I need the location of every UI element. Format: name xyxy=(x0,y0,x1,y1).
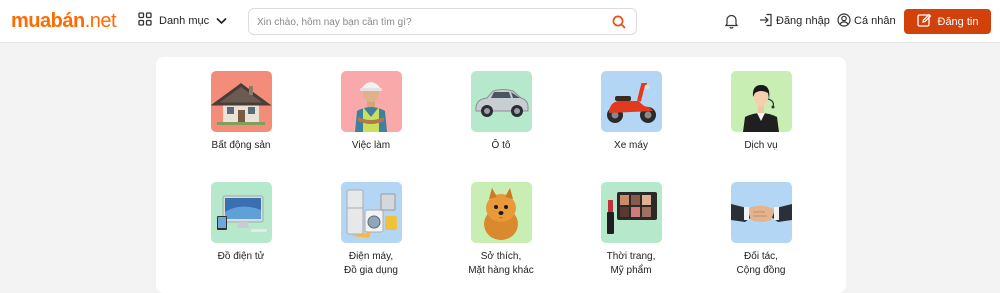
search-bar xyxy=(248,8,637,35)
category-label: Điện máy, Đồ gia dụng xyxy=(344,251,398,276)
login-label: Đăng nhập xyxy=(776,15,830,27)
category-services[interactable]: Dịch vụ xyxy=(696,71,826,153)
search-input[interactable] xyxy=(257,13,597,31)
category-label: Việc làm xyxy=(351,140,391,151)
worker-image xyxy=(340,71,402,132)
cosmetics-image xyxy=(600,182,662,243)
category-label: Đối tác, Cộng đồng xyxy=(736,251,786,276)
category-label: Dịch vụ xyxy=(744,140,778,151)
category-jobs[interactable]: Việc làm xyxy=(306,71,436,153)
profile-label: Cá nhân xyxy=(854,15,896,27)
house-image xyxy=(210,71,272,132)
category-label: Xe máy xyxy=(614,140,648,151)
category-fashion[interactable]: Thời trang, Mỹ phẩm xyxy=(566,182,696,278)
top-header: muabán.net Danh mục Đăng nhập xyxy=(0,0,1000,43)
login-link[interactable]: Đăng nhập xyxy=(759,13,830,29)
category-label: Đồ điện tử xyxy=(217,251,265,262)
category-motorbikes[interactable]: Xe máy xyxy=(566,71,696,153)
category-hobbies[interactable]: Sở thích, Mặt hàng khác xyxy=(436,182,566,278)
muaban-logo[interactable]: muabán.net xyxy=(11,9,117,33)
scooter-image xyxy=(600,71,662,132)
appliances-image xyxy=(340,182,402,243)
category-label: Sở thích, Mặt hàng khác xyxy=(468,251,534,276)
search-icon[interactable] xyxy=(612,15,626,29)
category-appliances[interactable]: Điện máy, Đồ gia dụng xyxy=(306,182,436,278)
edit-icon xyxy=(916,13,931,30)
handshake-image xyxy=(730,182,792,243)
user-icon xyxy=(837,12,851,30)
login-icon xyxy=(759,13,773,30)
category-label: Ô tô xyxy=(491,140,511,151)
service-agent-image xyxy=(730,71,792,132)
category-menu-button[interactable]: Danh mục xyxy=(138,11,227,31)
grid-icon xyxy=(138,11,152,31)
car-image xyxy=(470,71,532,132)
post-listing-button[interactable]: Đăng tin xyxy=(904,9,991,34)
category-panel: Bất động sản Việc làm Ô tô Xe máy Dịch v… xyxy=(156,57,846,293)
category-real-estate[interactable]: Bất động sản xyxy=(176,71,306,153)
bell-icon[interactable] xyxy=(724,13,739,29)
category-cars[interactable]: Ô tô xyxy=(436,71,566,153)
chevron-down-icon xyxy=(216,12,227,30)
post-listing-label: Đăng tin xyxy=(937,15,979,28)
category-label: Thời trang, Mỹ phẩm xyxy=(606,251,656,276)
category-electronics[interactable]: Đồ điện tử xyxy=(176,182,306,264)
category-partners[interactable]: Đối tác, Cộng đồng xyxy=(696,182,826,278)
electronics-image xyxy=(210,182,272,243)
dog-image xyxy=(470,182,532,243)
category-label: Bất động sản xyxy=(211,140,271,151)
category-menu-label: Danh mục xyxy=(159,15,210,27)
profile-link[interactable]: Cá nhân xyxy=(837,12,896,30)
